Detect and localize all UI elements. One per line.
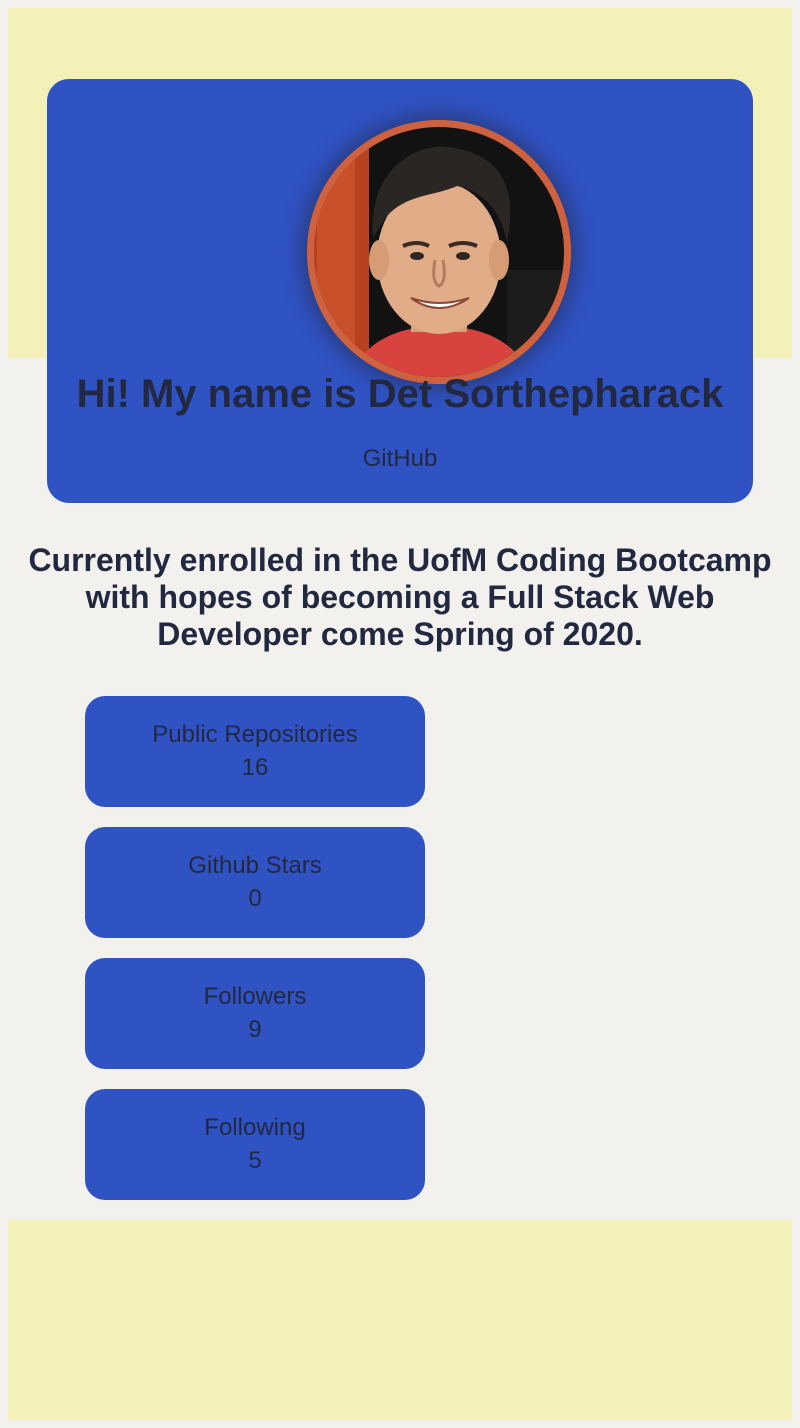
github-link[interactable]: GitHub bbox=[8, 444, 792, 474]
stat-label: Public Repositories bbox=[152, 721, 358, 748]
stat-value: 0 bbox=[248, 885, 262, 912]
profile-card bbox=[47, 79, 753, 503]
stat-label: Followers bbox=[203, 983, 307, 1010]
stat-card-public-repositories: Public Repositories 16 bbox=[85, 696, 425, 807]
stat-label: Github Stars bbox=[188, 852, 322, 879]
stat-card-following: Following 5 bbox=[85, 1089, 425, 1200]
profile-name-heading: Hi! My name is Det Sorthepharack bbox=[76, 372, 724, 416]
stat-value: 5 bbox=[248, 1147, 262, 1174]
stat-card-github-stars: Github Stars 0 bbox=[85, 827, 425, 938]
profile-avatar bbox=[307, 120, 571, 384]
stat-value: 9 bbox=[248, 1016, 262, 1043]
avatar-photo bbox=[307, 120, 571, 384]
page: Hi! My name is Det Sorthepharack GitHub … bbox=[8, 8, 792, 1420]
footer-band bbox=[8, 1220, 792, 1420]
bio-text: Currently enrolled in the UofM Coding Bo… bbox=[28, 542, 772, 652]
stat-label: Following bbox=[204, 1114, 306, 1141]
stat-value: 16 bbox=[241, 754, 269, 781]
stat-card-followers: Followers 9 bbox=[85, 958, 425, 1069]
